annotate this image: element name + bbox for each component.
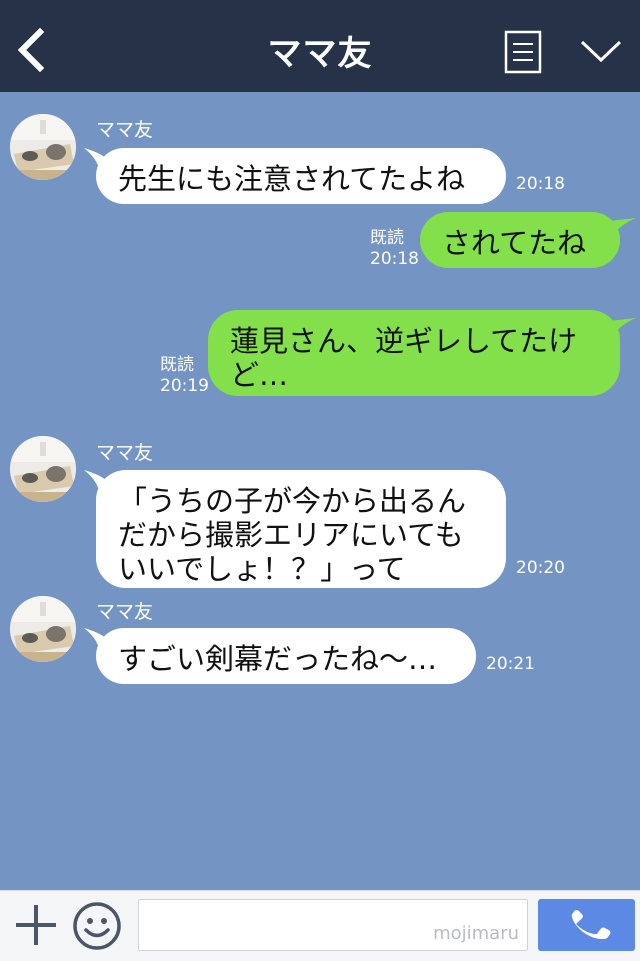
- phone-icon: [571, 910, 611, 940]
- cat-photo-avatar: [10, 114, 76, 180]
- message-input[interactable]: mojimaru: [138, 899, 528, 951]
- message-bubble-incoming[interactable]: 先生にも注意されてたよね: [96, 148, 506, 204]
- read-receipt: 既読: [160, 355, 194, 375]
- plus-icon: [16, 905, 56, 945]
- sender-name: ママ友: [96, 119, 154, 141]
- message-time: 20:19: [160, 376, 209, 396]
- menu-button[interactable]: [504, 30, 544, 74]
- message-bubble-incoming[interactable]: 「うちの子が今から出るん だから撮影エリアにいても いいでしょ！？」って: [96, 470, 506, 588]
- read-receipt: 既読: [370, 228, 404, 248]
- message-input-bar: mojimaru: [0, 890, 640, 961]
- message-time: 20:20: [516, 558, 565, 578]
- avatar[interactable]: [10, 596, 76, 662]
- sender-name: ママ友: [96, 601, 154, 623]
- call-button[interactable]: [538, 899, 635, 951]
- attach-button[interactable]: [14, 903, 58, 947]
- sender-name: ママ友: [96, 442, 154, 464]
- chat-header: ママ友: [0, 0, 640, 92]
- chat-title: ママ友: [267, 34, 373, 74]
- message-bubble-outgoing[interactable]: されてたね: [420, 212, 620, 268]
- message-time: 20:18: [370, 249, 419, 269]
- avatar[interactable]: [10, 436, 76, 502]
- avatar[interactable]: [10, 114, 76, 180]
- list-icon: [504, 30, 542, 74]
- message-time: 20:18: [516, 174, 565, 194]
- chevron-down-icon: [580, 40, 622, 63]
- cat-photo-avatar: [10, 596, 76, 662]
- watermark-text: mojimaru: [433, 923, 519, 944]
- message-bubble-outgoing[interactable]: 蓮見さん、逆ギレしてたけ ど…: [208, 310, 620, 396]
- collapse-button[interactable]: [578, 34, 624, 70]
- emoji-button[interactable]: [72, 901, 122, 951]
- message-time: 20:21: [486, 654, 535, 674]
- cat-photo-avatar: [10, 436, 76, 502]
- smiley-icon: [73, 902, 121, 950]
- message-bubble-incoming[interactable]: すごい剣幕だったね〜…: [96, 628, 476, 684]
